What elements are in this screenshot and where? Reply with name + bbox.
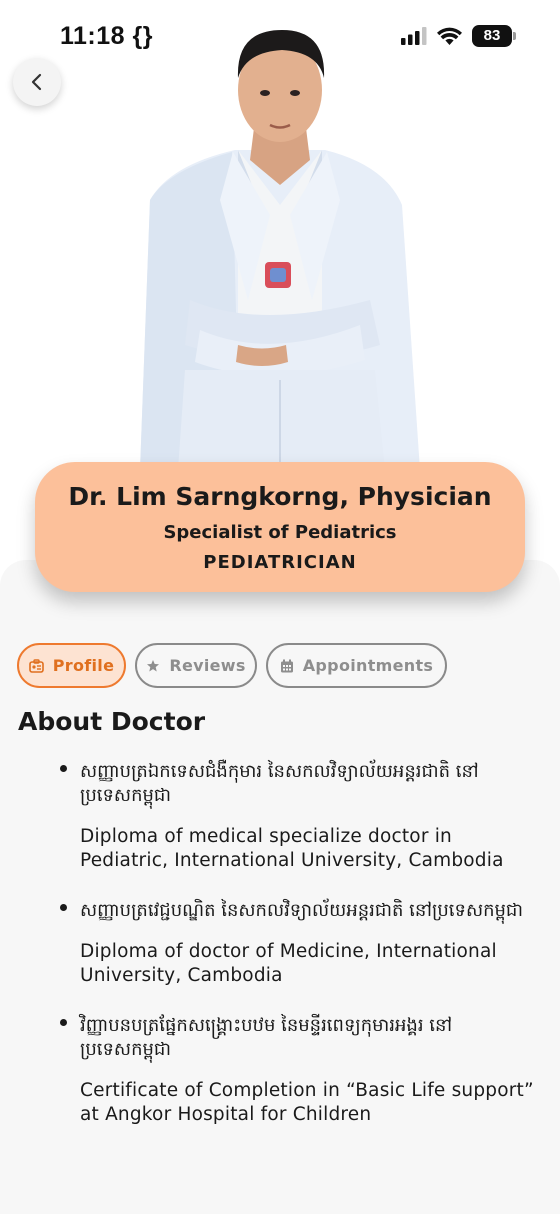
qualification-khmer: សញ្ញាបត្រឯកទេសជំងឺកុមារ នៃសកលវិទ្យាល័យអន… (80, 761, 479, 806)
tab-profile-label: Profile (52, 656, 115, 675)
back-button[interactable] (13, 58, 61, 106)
status-bar: 11:18 {} 83 (0, 0, 560, 76)
list-item: សញ្ញាបត្រឯកទេសជំងឺកុមារ នៃសកលវិទ្យាល័យអន… (0, 760, 560, 873)
qualification-english: Certificate of Completion in “Basic Life… (80, 1080, 534, 1125)
qualification-english: Diploma of doctor of Medicine, Internati… (80, 941, 497, 986)
bullet-icon (60, 1019, 67, 1026)
wifi-icon (437, 27, 462, 45)
tab-appointments[interactable]: Appointments (266, 643, 447, 688)
tab-appointments-label: Appointments (302, 656, 434, 675)
status-icons: 83 (401, 25, 516, 47)
doctor-specialty: Specialist of Pediatrics (163, 522, 397, 543)
qualification-khmer: វិញ្ញាបនបត្រផ្នែកសង្គ្រោះបឋម នៃមន្ទីរពេទ… (80, 1015, 453, 1060)
doctor-name: Dr. Lim Sarngkorng, Physician (68, 482, 492, 511)
qualification-list: សញ្ញាបត្រឯកទេសជំងឺកុមារ នៃសកលវិទ្យាល័យអន… (0, 760, 560, 1153)
qualification-english: Diploma of medical specialize doctor in … (80, 826, 504, 871)
star-icon (147, 659, 160, 671)
tab-profile[interactable]: Profile (17, 643, 126, 688)
doctor-title: PEDIATRICIAN (203, 552, 357, 573)
profile-tabs: Profile Reviews Appointments (17, 643, 447, 688)
list-item: វិញ្ញាបនបត្រផ្នែកសង្គ្រោះបឋម នៃមន្ទីរពេទ… (0, 1014, 560, 1127)
battery-icon: 83 (472, 25, 516, 47)
qualification-khmer: សញ្ញាបត្រវេជ្ជបណ្ឌិត នៃសកលវិទ្យាល័យអន្តរ… (80, 900, 524, 921)
tab-reviews[interactable]: Reviews (135, 643, 257, 688)
battery-level: 83 (483, 27, 501, 44)
status-time: 11:18 {} (60, 22, 153, 50)
doctor-name-card: Dr. Lim Sarngkorng, Physician Specialist… (35, 462, 525, 592)
about-heading: About Doctor (18, 707, 206, 736)
bullet-icon (60, 765, 67, 772)
profile-card-icon (28, 658, 44, 673)
tab-reviews-label: Reviews (169, 656, 246, 675)
signal-icon (401, 27, 427, 45)
list-item: សញ្ញាបត្រវេជ្ជបណ្ឌិត នៃសកលវិទ្យាល័យអន្តរ… (0, 899, 560, 988)
bullet-icon (60, 904, 67, 911)
chevron-left-icon (31, 73, 42, 91)
calendar-icon (280, 659, 293, 672)
